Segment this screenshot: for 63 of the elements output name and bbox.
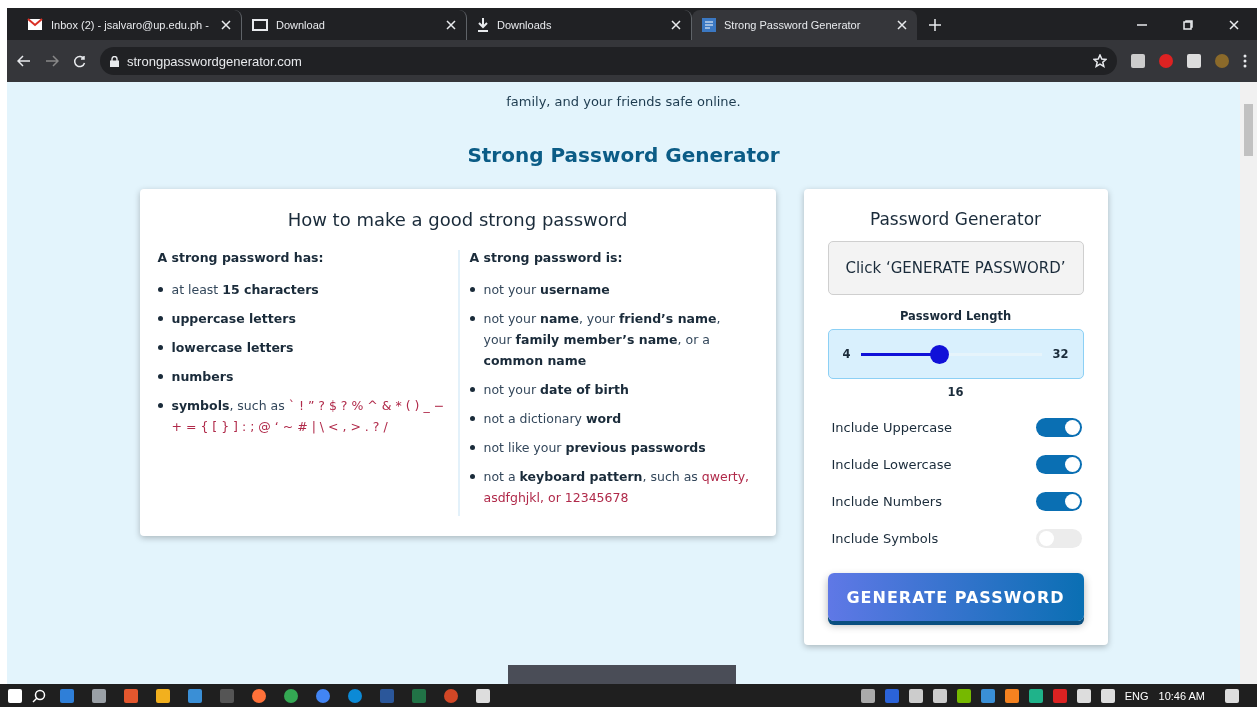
option-label: Include Numbers — [831, 494, 942, 509]
toggle-switch[interactable] — [1035, 492, 1082, 511]
bullet-icon — [469, 387, 475, 392]
bullet-icon — [469, 445, 475, 450]
restore-icon[interactable] — [1183, 20, 1193, 30]
new-tab-icon[interactable] — [929, 19, 941, 31]
address-bar[interactable]: strongpasswordgenerator.com — [100, 47, 1117, 75]
list-item: not your name, your friend’s name, your family member’s name, or a common name — [483, 310, 722, 370]
url-text: strongpasswordgenerator.com — [127, 53, 303, 69]
scrollbar[interactable] — [1240, 82, 1257, 684]
column-heading: A strong password is: — [469, 250, 624, 265]
language-indicator[interactable]: ENG — [1124, 689, 1149, 702]
lock-icon — [110, 55, 119, 67]
menu-icon[interactable] — [1243, 54, 1247, 68]
card-title: How to make a good strong password — [286, 209, 629, 230]
list-item: symbols, such as ` ! ” ? $ ? % ^ & * ( ) _ − + = { [ } ] : ; @ ‘ ~ # | \ < , > . ? / — [171, 397, 446, 436]
slider-thumb[interactable] — [929, 344, 949, 364]
clock-time[interactable]: 10:46 AM — [1158, 689, 1205, 702]
mail-icon — [27, 18, 43, 32]
min-value: 4 — [842, 347, 851, 361]
option-label: Include Uppercase — [831, 420, 952, 435]
toggle-switch[interactable] — [1035, 455, 1082, 474]
close-icon[interactable] — [221, 20, 231, 30]
bullet-icon — [157, 345, 163, 350]
bullet-icon — [157, 287, 163, 292]
bullet-icon — [469, 416, 475, 421]
list-item: not like your previous passwords — [483, 439, 706, 457]
option-label: Include Lowercase — [831, 457, 952, 472]
bullet-icon — [469, 316, 475, 321]
list-item: uppercase letters — [171, 310, 296, 328]
max-value: 32 — [1052, 347, 1069, 361]
back-icon[interactable] — [17, 55, 31, 67]
bullet-icon — [469, 287, 475, 292]
toggle-switch[interactable] — [1035, 418, 1082, 437]
bullet-icon — [469, 474, 475, 479]
column-heading: A strong password has: — [157, 250, 325, 265]
page-heading: Strong Password Generator — [467, 143, 780, 167]
close-icon[interactable] — [1229, 20, 1239, 30]
bullet-icon — [157, 374, 163, 379]
list-item: not your date of birth — [483, 381, 629, 399]
close-icon[interactable] — [671, 20, 681, 30]
length-label: Password Length — [898, 309, 1013, 323]
password-field[interactable]: Click ‘GENERATE PASSWORD’ — [827, 241, 1084, 295]
list-item: not a dictionary word — [483, 410, 622, 428]
download-icon — [477, 18, 489, 32]
card-title: Password Generator — [868, 209, 1043, 229]
close-icon[interactable] — [446, 20, 456, 30]
close-icon[interactable] — [897, 20, 907, 30]
intro-text: family, and your friends safe online. — [506, 94, 741, 109]
option-label: Include Symbols — [831, 531, 939, 546]
list-item: not your username — [483, 281, 610, 299]
bullet-icon — [157, 403, 163, 408]
list-item: lowercase letters — [171, 339, 294, 357]
search-icon[interactable] — [32, 688, 46, 703]
browser-tab[interactable]: Strong Password Generator — [692, 10, 917, 40]
list-item: numbers — [171, 368, 234, 386]
list-item: not a keyboard pattern, such as qwerty, asdfghjkl, or 12345678 — [483, 468, 750, 507]
length-value: 16 — [946, 385, 965, 399]
bullet-icon — [157, 316, 163, 321]
star-icon[interactable] — [1093, 54, 1107, 68]
list-item: at least 15 characters — [171, 281, 319, 299]
forward-icon[interactable] — [45, 55, 59, 67]
reload-icon[interactable] — [73, 54, 86, 68]
